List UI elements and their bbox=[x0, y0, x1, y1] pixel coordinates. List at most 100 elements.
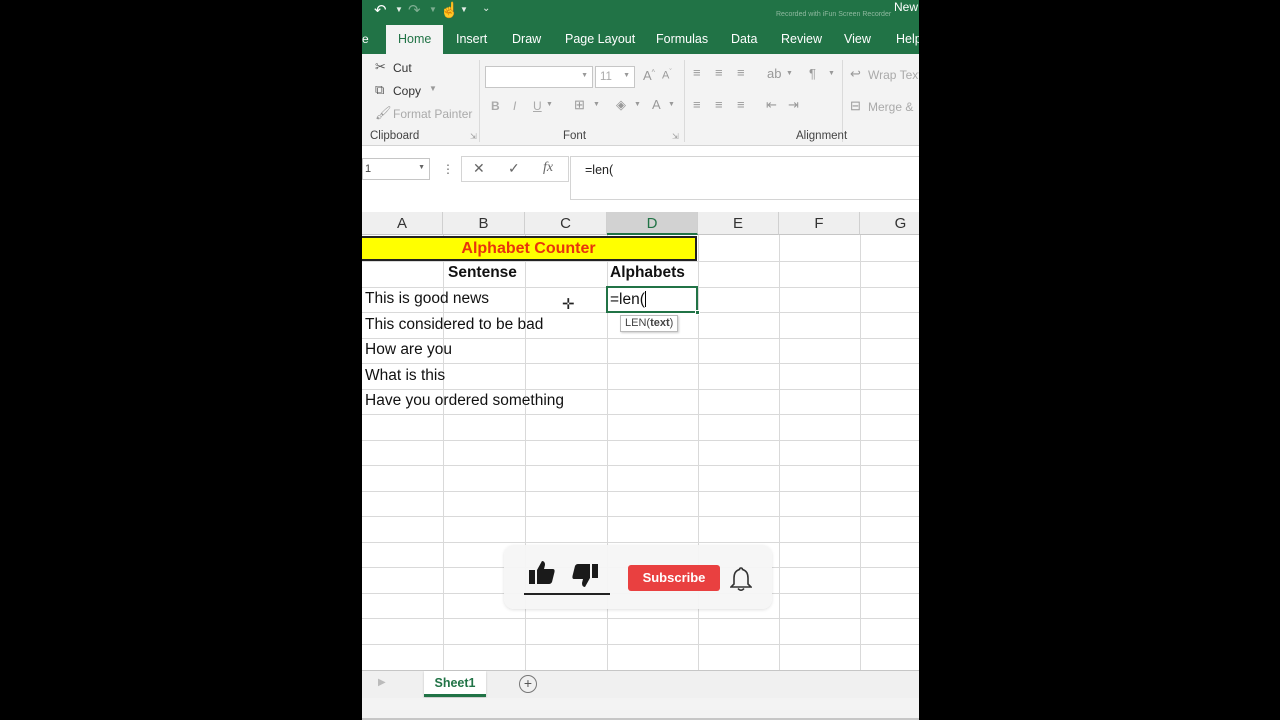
column-header-d[interactable]: D bbox=[607, 212, 698, 235]
grow-font-icon[interactable]: A^ bbox=[643, 68, 655, 83]
gridline bbox=[362, 465, 919, 466]
format-painter-button[interactable]: Format Painter bbox=[393, 107, 472, 121]
tab-insert[interactable]: Insert bbox=[456, 32, 487, 46]
active-cell-d3[interactable]: =len( bbox=[606, 286, 700, 315]
align-right-icon[interactable]: ≡ bbox=[737, 97, 745, 112]
column-header-c[interactable]: C bbox=[525, 212, 607, 235]
align-top-icon[interactable]: ≡ bbox=[693, 65, 701, 80]
font-size-combo[interactable]: 11 ▼ bbox=[595, 66, 635, 88]
tab-formulas[interactable]: Formulas bbox=[656, 32, 708, 46]
align-center-icon[interactable]: ≡ bbox=[715, 97, 723, 112]
column-header-e[interactable]: E bbox=[698, 212, 779, 235]
gridline bbox=[362, 542, 919, 543]
clipboard-group-label: Clipboard bbox=[370, 130, 420, 142]
status-bar bbox=[362, 698, 919, 720]
borders-dropdown-icon[interactable]: ▼ bbox=[593, 101, 600, 108]
underline-button[interactable]: U bbox=[533, 99, 542, 113]
sentence-cell[interactable]: How are you bbox=[365, 341, 452, 359]
enter-formula-button[interactable]: ✓ bbox=[508, 160, 520, 177]
sheet-tab-sheet1[interactable]: Sheet1 bbox=[424, 671, 486, 697]
font-launcher-icon[interactable]: ⇲ bbox=[672, 132, 679, 141]
thumbs-up-icon[interactable] bbox=[527, 559, 557, 587]
cancel-formula-button[interactable]: ✕ bbox=[473, 160, 485, 177]
orientation-icon[interactable]: ab bbox=[767, 66, 781, 81]
column-header-a[interactable]: A bbox=[362, 212, 443, 235]
add-sheet-button[interactable]: + bbox=[519, 675, 537, 693]
column-header-f[interactable]: F bbox=[779, 212, 860, 235]
shrink-font-icon[interactable]: Aˇ bbox=[662, 69, 672, 82]
fill-color-icon[interactable]: ◈ bbox=[616, 97, 626, 113]
file-tab-edge[interactable]: e bbox=[362, 32, 369, 46]
undo-dropdown-icon[interactable]: ▼ bbox=[395, 5, 403, 14]
tab-draw[interactable]: Draw bbox=[512, 32, 541, 46]
font-group-label: Font bbox=[563, 130, 587, 142]
orientation-dropdown-icon[interactable]: ▼ bbox=[786, 70, 793, 77]
touch-mode-dropdown-icon[interactable]: ▼ bbox=[460, 5, 468, 14]
tab-review[interactable]: Review bbox=[781, 32, 822, 46]
cut-button[interactable]: Cut bbox=[393, 61, 412, 75]
font-name-combo[interactable]: ▼ bbox=[485, 66, 593, 88]
align-bottom-icon[interactable]: ≡ bbox=[737, 65, 745, 80]
scissors-icon: ✂ bbox=[375, 59, 386, 74]
text-direction-icon[interactable]: ¶ bbox=[809, 66, 816, 81]
increase-indent-icon[interactable]: ⇥ bbox=[788, 97, 799, 113]
tab-page-layout[interactable]: Page Layout bbox=[565, 32, 635, 46]
sentence-cell[interactable]: Have you ordered something bbox=[365, 392, 564, 410]
decrease-indent-icon[interactable]: ⇤ bbox=[766, 97, 777, 113]
tab-home[interactable]: Home bbox=[386, 25, 444, 54]
function-tooltip[interactable]: LEN(text) bbox=[620, 315, 679, 332]
font-color-icon[interactable]: A bbox=[652, 97, 661, 112]
fill-color-dropdown-icon[interactable]: ▼ bbox=[634, 101, 641, 108]
bell-icon[interactable] bbox=[730, 566, 752, 592]
subscribe-overlay: Subscribe bbox=[504, 545, 772, 609]
column-header-b[interactable]: B bbox=[443, 212, 525, 235]
alignment-group-label: Alignment bbox=[796, 130, 848, 142]
like-underline bbox=[524, 593, 610, 595]
gridline bbox=[362, 516, 919, 517]
sentence-cell[interactable]: This considered to be bad bbox=[365, 316, 543, 334]
italic-button[interactable]: I bbox=[513, 99, 516, 113]
column-header-g[interactable]: G bbox=[860, 212, 919, 235]
header-alphabets-cell[interactable]: Alphabets bbox=[610, 264, 685, 282]
fill-handle[interactable] bbox=[695, 310, 700, 315]
sentence-cell[interactable]: This is good news bbox=[365, 290, 489, 308]
copy-button[interactable]: Copy bbox=[393, 84, 421, 98]
tab-help[interactable]: Help bbox=[896, 32, 919, 46]
clipboard-launcher-icon[interactable]: ⇲ bbox=[470, 132, 477, 141]
tab-view[interactable]: View bbox=[844, 32, 871, 46]
gridline bbox=[860, 235, 861, 670]
subscribe-button[interactable]: Subscribe bbox=[628, 565, 720, 591]
text-direction-dropdown-icon[interactable]: ▼ bbox=[828, 70, 835, 77]
ribbon-divider bbox=[479, 60, 480, 142]
undo-icon[interactable]: ↶ bbox=[374, 1, 387, 19]
font-color-dropdown-icon[interactable]: ▼ bbox=[668, 101, 675, 108]
align-left-icon[interactable]: ≡ bbox=[693, 97, 701, 112]
underline-dropdown-icon[interactable]: ▼ bbox=[546, 101, 553, 108]
borders-icon[interactable]: ⊞ bbox=[574, 97, 585, 113]
ribbon-divider bbox=[684, 60, 685, 142]
customize-qat-icon[interactable]: ⌄ bbox=[482, 3, 490, 14]
wrap-text-button[interactable]: Wrap Text bbox=[868, 68, 919, 82]
touch-mode-icon[interactable]: ☝ bbox=[440, 1, 459, 19]
gridline bbox=[362, 440, 919, 441]
name-box[interactable]: 1 ▼ bbox=[362, 158, 430, 180]
tab-data[interactable]: Data bbox=[731, 32, 757, 46]
bold-button[interactable]: B bbox=[491, 99, 500, 113]
merge-center-button[interactable]: Merge & bbox=[868, 100, 913, 114]
redo-dropdown-icon[interactable]: ▼ bbox=[429, 5, 437, 14]
formula-input[interactable]: =len( bbox=[570, 156, 919, 200]
header-sentence-cell[interactable]: Sentense bbox=[448, 264, 517, 282]
recorder-watermark: Recorded with iFun Screen Recorder bbox=[776, 11, 892, 18]
merge-icon: ⊟ bbox=[850, 98, 861, 113]
copy-dropdown-icon[interactable]: ▼ bbox=[429, 84, 437, 93]
insert-function-button[interactable]: fx bbox=[543, 160, 553, 176]
sheet-nav-icon[interactable]: ▶ bbox=[378, 677, 386, 688]
gridline bbox=[779, 235, 780, 670]
sentence-cell[interactable]: What is this bbox=[365, 367, 445, 385]
redo-icon[interactable]: ↷ bbox=[408, 1, 421, 19]
thumbs-down-icon[interactable] bbox=[570, 561, 600, 589]
gridline bbox=[362, 389, 919, 390]
align-middle-icon[interactable]: ≡ bbox=[715, 65, 723, 80]
title-banner-cell[interactable]: Alphabet Counter bbox=[362, 236, 697, 261]
formula-bar: 1 ▼ ⋮ ✕ ✓ fx =len( bbox=[362, 146, 919, 212]
